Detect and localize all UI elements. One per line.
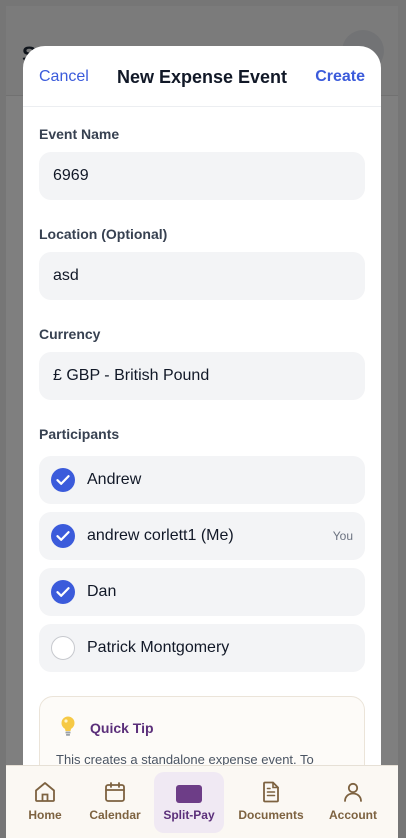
currency-select[interactable]: £ GBP - British Pound bbox=[39, 352, 365, 400]
participant-row[interactable]: Dan bbox=[39, 568, 365, 616]
location-input[interactable] bbox=[39, 252, 365, 300]
tab-account[interactable]: Account bbox=[314, 766, 392, 838]
tab-label: Documents bbox=[238, 808, 304, 822]
tab-label: Split-Pay bbox=[163, 808, 215, 822]
document-icon bbox=[263, 781, 279, 803]
wallet-icon bbox=[176, 785, 202, 803]
you-badge: You bbox=[332, 529, 353, 543]
participant-name: Patrick Montgomery bbox=[87, 639, 230, 656]
home-icon bbox=[35, 782, 55, 802]
participant-row[interactable]: Andrew bbox=[39, 456, 365, 504]
tab-label: Account bbox=[329, 808, 377, 822]
participant-row[interactable]: andrew corlett1 (Me) You bbox=[39, 512, 365, 560]
event-name-label: Event Name bbox=[39, 126, 120, 142]
checkbox-unchecked-icon[interactable] bbox=[51, 636, 75, 660]
location-label: Location (Optional) bbox=[39, 226, 168, 242]
calendar-icon bbox=[105, 782, 125, 802]
participant-row[interactable]: Patrick Montgomery bbox=[39, 624, 365, 672]
cancel-button[interactable]: Cancel bbox=[39, 68, 89, 86]
user-icon bbox=[344, 782, 362, 802]
tab-label: Home bbox=[28, 808, 62, 822]
tab-home[interactable]: Home bbox=[6, 766, 84, 838]
tab-calendar[interactable]: Calendar bbox=[76, 766, 154, 838]
tab-documents[interactable]: Documents bbox=[232, 766, 310, 838]
tab-split-pay[interactable]: Split-Pay bbox=[154, 772, 224, 833]
participant-name: Dan bbox=[87, 583, 117, 600]
participants-label: Participants bbox=[39, 426, 120, 442]
lightbulb-icon bbox=[58, 715, 78, 742]
checkbox-checked-icon[interactable] bbox=[51, 524, 75, 548]
sheet-header: Cancel New Expense Event Create bbox=[23, 46, 381, 107]
new-expense-sheet: Cancel New Expense Event Create Event Na… bbox=[23, 46, 381, 838]
checkbox-checked-icon[interactable] bbox=[51, 468, 75, 492]
participant-name: Andrew bbox=[87, 471, 142, 488]
tab-label: Calendar bbox=[89, 808, 141, 822]
currency-label: Currency bbox=[39, 326, 101, 342]
event-name-input[interactable] bbox=[39, 152, 365, 200]
bottom-tab-bar: Home Calendar Split-Pay Documents Accoun… bbox=[6, 765, 398, 838]
tip-title: Quick Tip bbox=[90, 720, 154, 736]
create-button[interactable]: Create bbox=[315, 68, 365, 86]
participant-name: andrew corlett1 (Me) bbox=[87, 527, 234, 544]
checkbox-checked-icon[interactable] bbox=[51, 580, 75, 604]
